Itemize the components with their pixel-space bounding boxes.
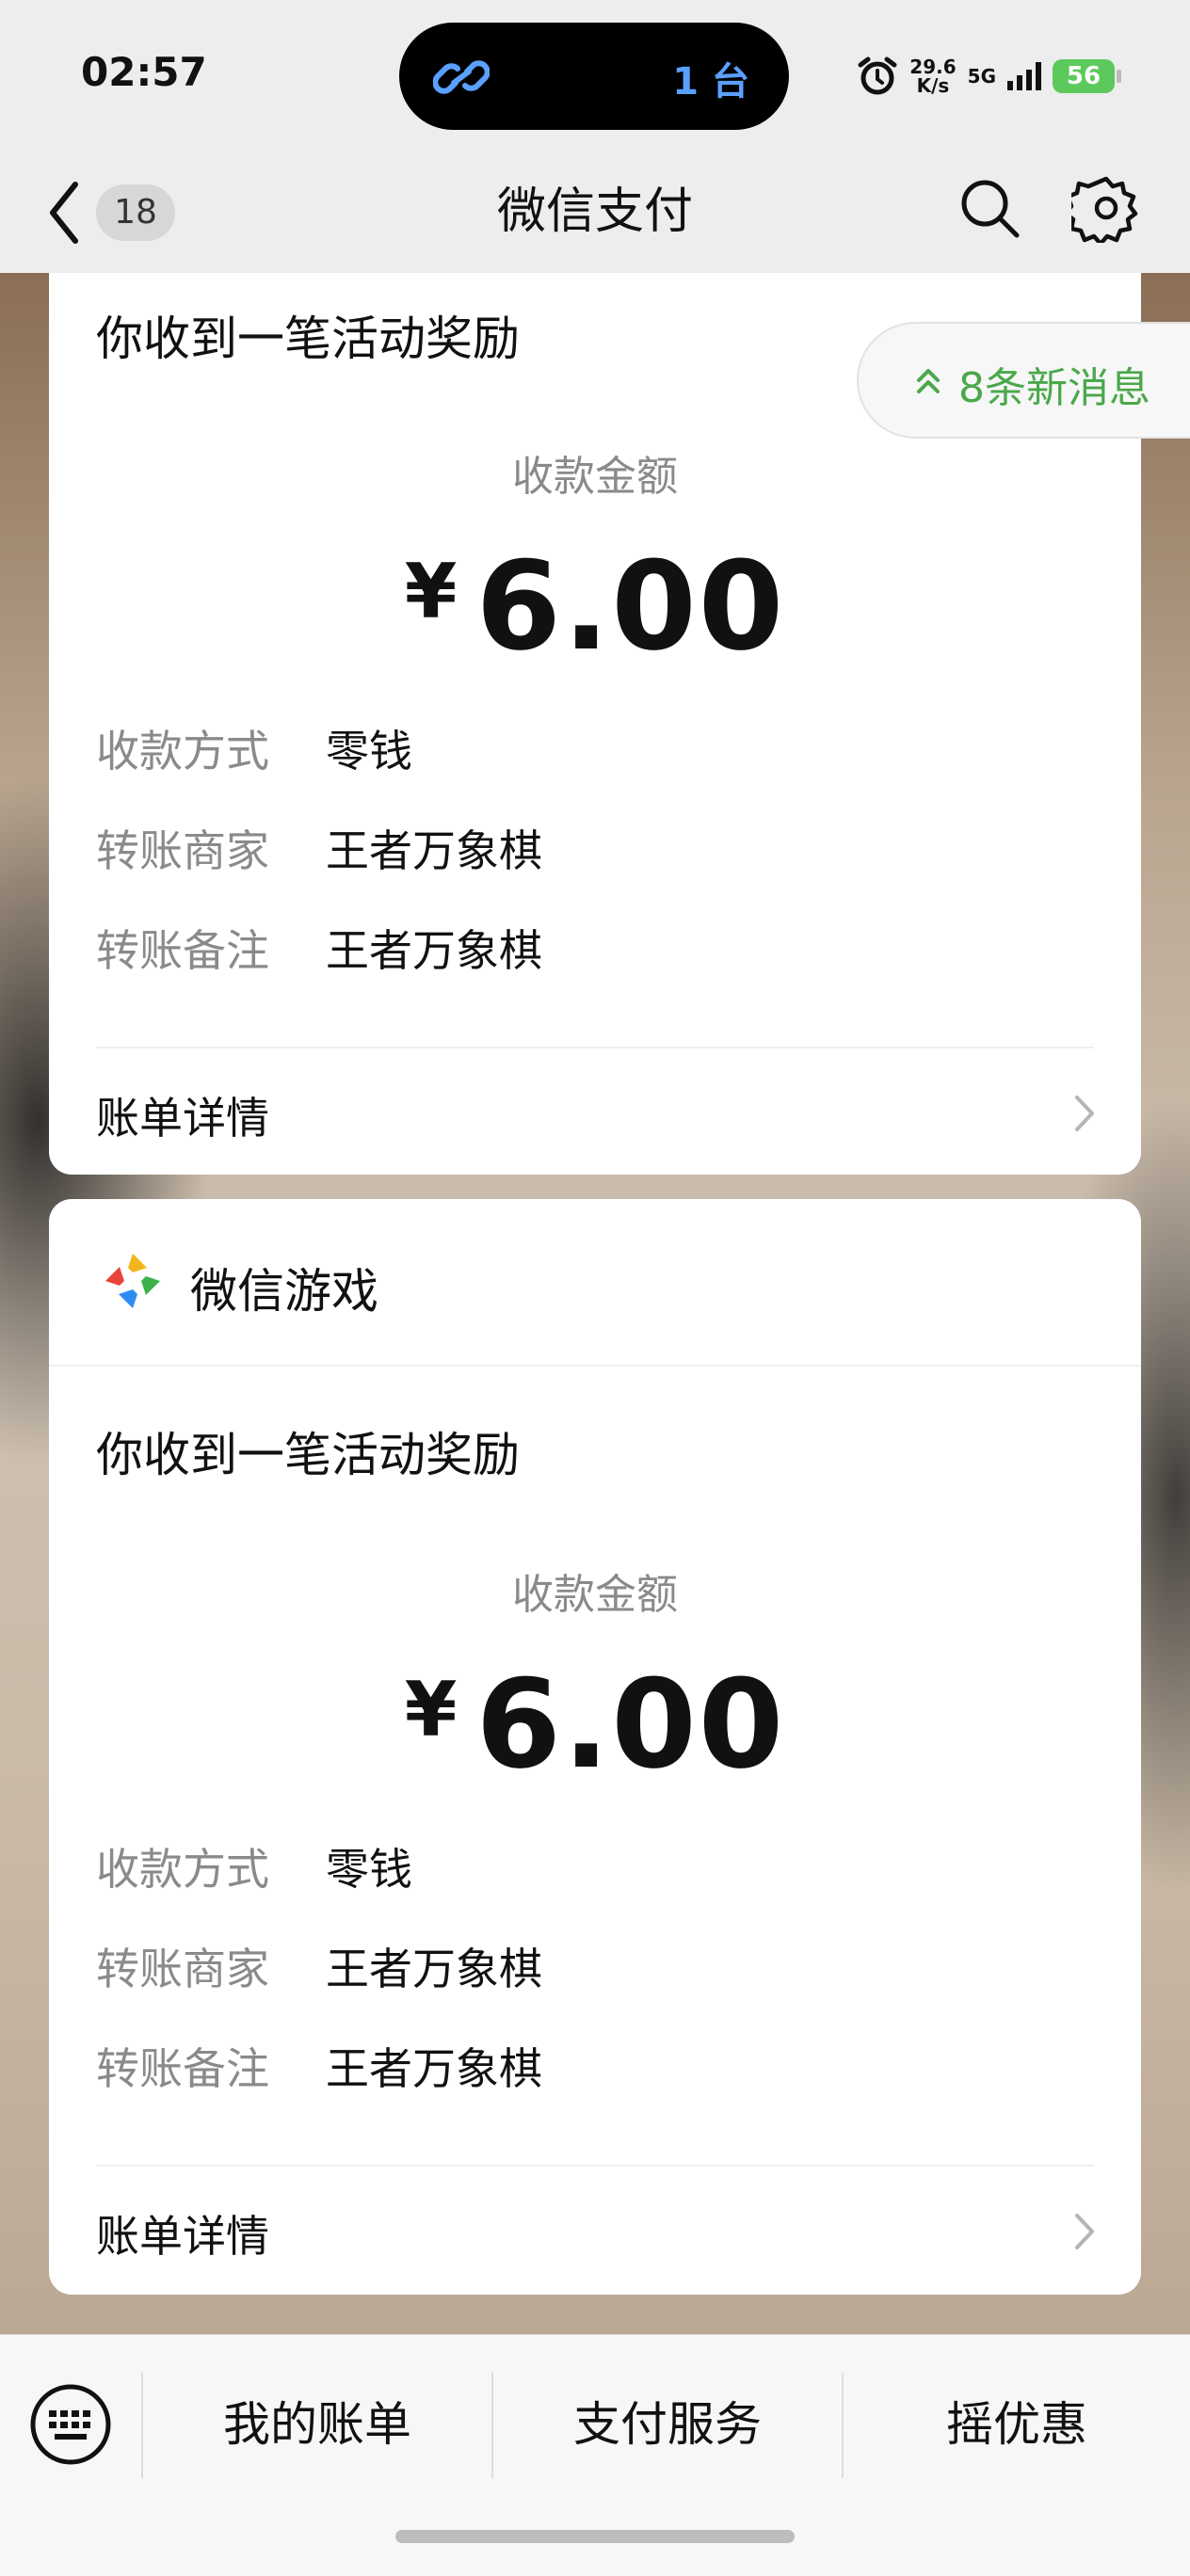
amount-number: 6.00 xyxy=(475,535,786,678)
status-bar: 02:57 1 台 29.6 K/s 5G 56 xyxy=(0,0,1190,151)
info-row-payment-method: 收款方式 零钱 xyxy=(96,1835,412,1897)
currency-symbol: ¥ xyxy=(404,1666,458,1753)
amount-value: ¥6.00 xyxy=(49,1653,1141,1796)
info-row-remark: 转账备注 王者万象棋 xyxy=(96,2035,542,2097)
card-sender-header: 微信游戏 xyxy=(49,1199,1141,1367)
row-label: 转账备注 xyxy=(96,925,269,976)
row-label: 转账商家 xyxy=(96,1944,269,1994)
new-messages-button[interactable]: 8条新消息 xyxy=(857,322,1190,439)
chevron-right-icon xyxy=(1075,2214,1094,2249)
menu-shake-deals[interactable]: 摇优惠 xyxy=(844,2335,1190,2514)
amount-value: ¥6.00 xyxy=(49,535,1141,678)
info-row-remark: 转账备注 王者万象棋 xyxy=(96,917,542,979)
status-time: 02:57 xyxy=(81,49,207,95)
signal-icon xyxy=(1007,62,1041,90)
amount-number: 6.00 xyxy=(475,1653,786,1796)
link-icon xyxy=(433,60,490,94)
row-label: 转账备注 xyxy=(96,2043,269,2094)
battery-icon: 56 xyxy=(1053,59,1121,93)
payment-card-2[interactable]: 微信游戏 你收到一笔活动奖励 收款金额 ¥6.00 收款方式 零钱 转账商家 王者万… xyxy=(49,1199,1141,2295)
bill-detail-link[interactable]: 账单详情 xyxy=(96,2202,269,2264)
menu-payment-services[interactable]: 支付服务 xyxy=(493,2335,842,2514)
dynamic-island[interactable]: 1 台 xyxy=(399,23,789,130)
net-speed-value: 29.6 xyxy=(909,56,957,78)
network-speed: 29.6 K/s xyxy=(909,57,956,95)
island-device-count: 1 台 xyxy=(672,60,749,104)
currency-symbol: ¥ xyxy=(404,548,458,635)
network-type: 5G xyxy=(967,65,996,88)
net-speed-unit: K/s xyxy=(916,74,950,97)
bill-detail-link[interactable]: 账单详情 xyxy=(96,1084,269,1146)
card-title: 你收到一笔活动奖励 xyxy=(96,1428,520,1482)
alarm-icon xyxy=(858,56,897,95)
gear-icon[interactable] xyxy=(1071,173,1141,243)
double-chevron-up-icon xyxy=(917,369,940,393)
row-value: 零钱 xyxy=(326,1844,412,1895)
search-icon[interactable] xyxy=(957,175,1022,241)
row-value: 王者万象棋 xyxy=(326,1944,542,1994)
info-row-payment-method: 收款方式 零钱 xyxy=(96,717,412,779)
nav-bar: 18 微信支付 xyxy=(0,151,1190,273)
row-value: 王者万象棋 xyxy=(326,925,542,976)
row-label: 收款方式 xyxy=(96,726,269,776)
status-icons: 29.6 K/s 5G 56 xyxy=(857,53,1121,100)
home-indicator[interactable] xyxy=(395,2530,795,2543)
amount-label: 收款金额 xyxy=(512,1571,678,1619)
card-title: 你收到一笔活动奖励 xyxy=(96,312,520,366)
keyboard-icon[interactable] xyxy=(28,2382,113,2467)
info-row-merchant: 转账商家 王者万象棋 xyxy=(96,817,542,879)
row-value: 零钱 xyxy=(326,726,412,776)
wechat-game-logo-icon xyxy=(105,1254,160,1308)
divider xyxy=(96,1047,1094,1048)
sender-name: 微信游戏 xyxy=(190,1264,378,1319)
row-value: 王者万象棋 xyxy=(326,2043,542,2094)
battery-level: 56 xyxy=(1066,62,1102,90)
info-row-merchant: 转账商家 王者万象棋 xyxy=(96,1935,542,1997)
amount-label: 收款金额 xyxy=(512,453,678,501)
row-value: 王者万象棋 xyxy=(326,825,542,876)
menu-my-bills[interactable]: 我的账单 xyxy=(143,2335,491,2514)
new-messages-label: 8条新消息 xyxy=(958,364,1150,412)
chevron-right-icon xyxy=(1075,1096,1094,1131)
row-label: 转账商家 xyxy=(96,825,269,876)
row-label: 收款方式 xyxy=(96,1844,269,1895)
divider xyxy=(96,2165,1094,2167)
